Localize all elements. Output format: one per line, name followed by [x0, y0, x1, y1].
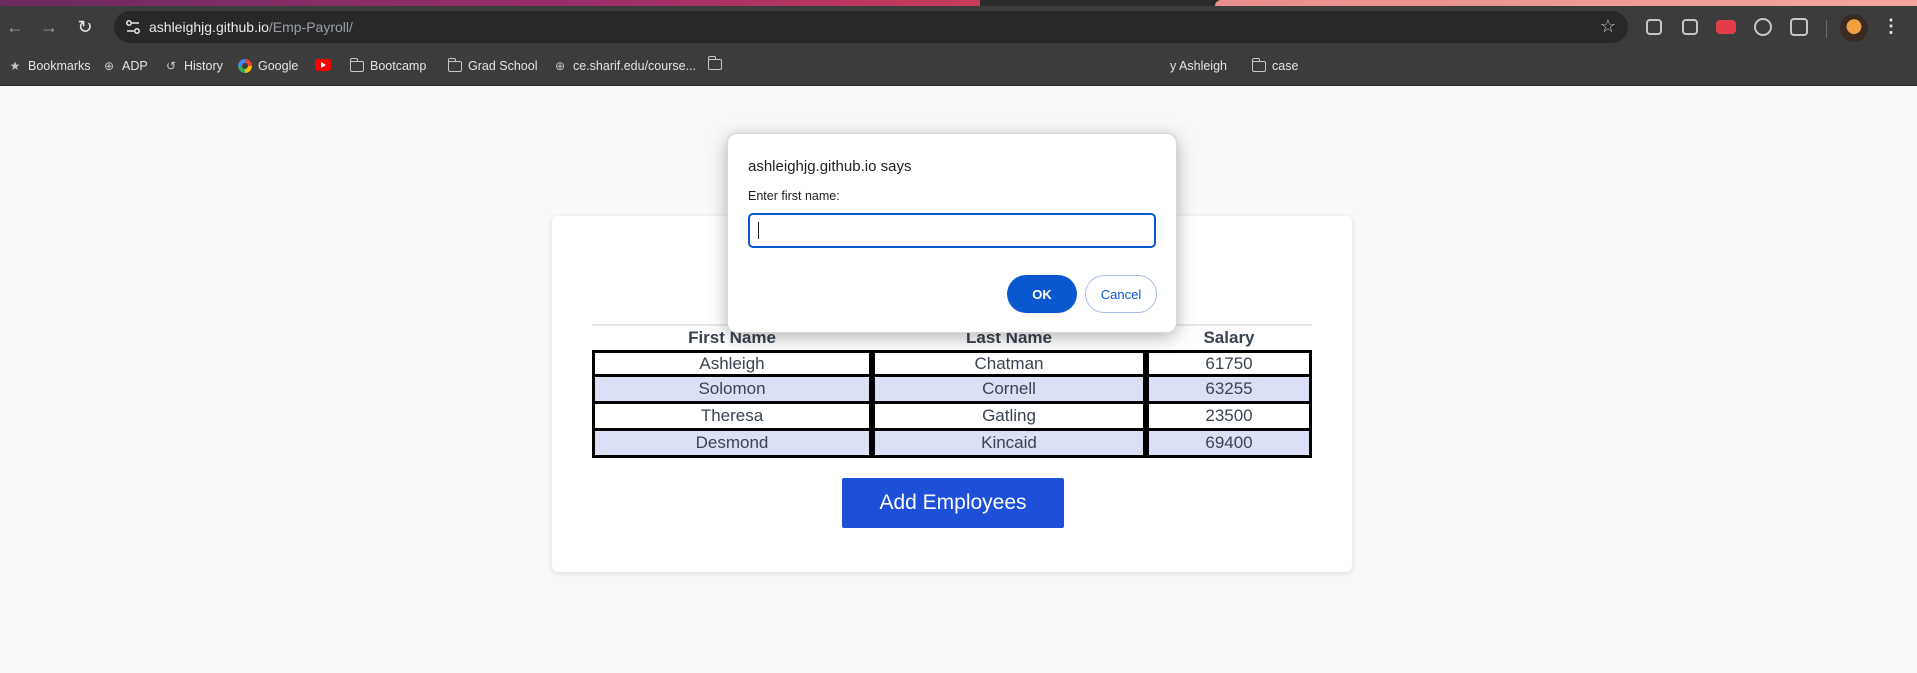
- extension-icon[interactable]: [1682, 19, 1698, 35]
- history-icon: ↺: [165, 59, 177, 73]
- bookmark-item[interactable]: case: [1251, 57, 1299, 73]
- page-viewport: Employee Roster First Name Last Name Sal…: [0, 86, 1917, 673]
- youtube-icon: [315, 59, 331, 71]
- bookmark-label: case: [1272, 59, 1299, 73]
- globe-icon: ⊕: [554, 59, 566, 73]
- bookmark-item[interactable]: Google: [238, 59, 298, 73]
- folder-icon: [707, 56, 722, 70]
- bookmark-label: Grad School: [468, 59, 538, 73]
- bookmark-label: History: [184, 59, 223, 73]
- table-cell: 23500: [1146, 404, 1312, 431]
- bookmark-item[interactable]: Bootcamp: [349, 57, 427, 73]
- table-cell: 69400: [1146, 431, 1312, 458]
- back-icon[interactable]: ←: [2, 14, 28, 40]
- url-host: ashleighjg.github.io: [149, 19, 269, 35]
- table-cell: Theresa: [592, 404, 872, 431]
- bookmark-item[interactable]: Grad School: [447, 57, 538, 73]
- prompt-dialog: ashleighjg.github.io says Enter first na…: [727, 133, 1177, 333]
- bookmark-star-icon[interactable]: ☆: [1600, 16, 1616, 37]
- bookmark-label: Google: [258, 59, 299, 73]
- bookmark-label: Bootcamp: [370, 59, 427, 73]
- url-text[interactable]: ashleighjg.github.io/Emp-Payroll/: [149, 19, 353, 35]
- table-cell: Kincaid: [872, 431, 1146, 458]
- table-cell: Ashleigh: [592, 350, 872, 377]
- bookmark-item[interactable]: [315, 59, 331, 71]
- table-cell: 63255: [1146, 377, 1312, 404]
- profile-avatar[interactable]: [1840, 14, 1868, 42]
- menu-icon[interactable]: ⋮: [1882, 16, 1900, 37]
- table-cell: 61750: [1146, 350, 1312, 377]
- bookmark-label: ADP: [122, 59, 148, 73]
- cancel-button[interactable]: Cancel: [1085, 275, 1157, 313]
- text-caret: [758, 222, 759, 239]
- reload-icon[interactable]: ↻: [72, 14, 98, 40]
- table-cell: Desmond: [592, 431, 872, 458]
- bookmark-label: y Ashleigh: [1170, 59, 1227, 73]
- table-row: Solomon Cornell 63255: [592, 377, 1312, 404]
- browser-toolbar: ← → ↻ ashleighjg.github.io/Emp-Payroll/ …: [0, 6, 1917, 50]
- globe-icon: ⊕: [103, 59, 115, 73]
- dialog-title: ashleighjg.github.io says: [748, 158, 912, 175]
- google-icon: [238, 59, 252, 73]
- bookmark-label: ce.sharif.edu/course...: [573, 59, 696, 73]
- forward-icon[interactable]: →: [36, 14, 62, 40]
- table-row: Theresa Gatling 23500: [592, 404, 1312, 431]
- bookmark-label: Bookmarks: [28, 59, 91, 73]
- table-cell: Cornell: [872, 377, 1146, 404]
- dialog-message: Enter first name:: [748, 189, 840, 203]
- ok-button[interactable]: OK: [1007, 275, 1077, 313]
- folder-icon: [447, 57, 462, 72]
- extensions-puzzle-icon[interactable]: [1790, 18, 1808, 36]
- extension-icon[interactable]: [1754, 18, 1772, 36]
- bookmark-item[interactable]: y Ashleigh: [1170, 59, 1227, 73]
- url-path: /Emp-Payroll/: [268, 19, 353, 35]
- extension-icon[interactable]: [1646, 19, 1662, 35]
- table-cell: Chatman: [872, 350, 1146, 377]
- table-cell: Solomon: [592, 377, 872, 404]
- bookmark-item[interactable]: ⊕ ADP: [102, 59, 148, 73]
- bookmark-item[interactable]: ⊕ ce.sharif.edu/course...: [553, 59, 696, 73]
- bookmark-item[interactable]: [707, 56, 722, 70]
- extension-icon[interactable]: [1716, 20, 1736, 34]
- bookmark-item[interactable]: ↺ History: [164, 59, 223, 73]
- table-cell: Gatling: [872, 404, 1146, 431]
- employee-table: First Name Last Name Salary Ashleigh Cha…: [592, 324, 1312, 458]
- toolbar-divider: [1826, 20, 1827, 38]
- bookmarks-bar: ★ Bookmarks ⊕ ADP ↺ History Google Bootcamp…: [0, 50, 1917, 86]
- table-row: Ashleigh Chatman 61750: [592, 350, 1312, 377]
- address-bar[interactable]: ashleighjg.github.io/Emp-Payroll/ ☆: [114, 11, 1628, 43]
- star-icon: ★: [9, 59, 21, 73]
- site-info-icon[interactable]: [124, 18, 142, 36]
- first-name-input[interactable]: [748, 213, 1156, 248]
- bookmark-item[interactable]: ★ Bookmarks: [8, 59, 91, 73]
- table-row: Desmond Kincaid 69400: [592, 431, 1312, 458]
- folder-icon: [349, 57, 364, 72]
- add-employees-button[interactable]: Add Employees: [842, 478, 1064, 528]
- folder-icon: [1251, 57, 1266, 72]
